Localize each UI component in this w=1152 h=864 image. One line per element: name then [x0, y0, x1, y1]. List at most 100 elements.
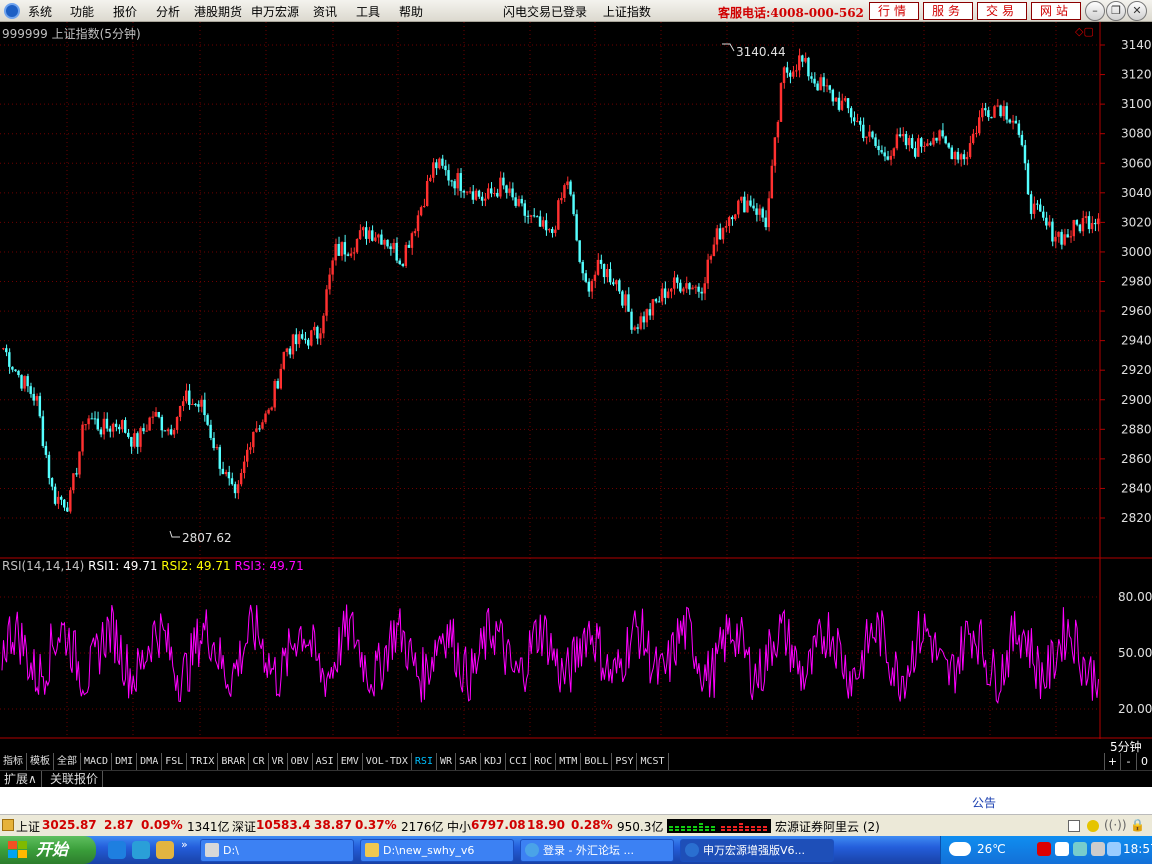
notice-panel: 公告: [0, 787, 1152, 814]
tab-dma[interactable]: DMA: [137, 753, 163, 770]
candle-body: [1042, 211, 1045, 218]
tab-emv[interactable]: EMV: [338, 753, 363, 770]
tab-cr[interactable]: CR: [249, 753, 269, 770]
minimize-icon[interactable]: –: [1085, 1, 1105, 21]
tab-trix[interactable]: TRIX: [187, 753, 219, 770]
candle-body: [697, 286, 700, 292]
tab-fsl[interactable]: FSL: [162, 753, 188, 770]
candle-body: [38, 396, 42, 417]
notice-label[interactable]: 公告: [972, 794, 996, 811]
menu-swhy[interactable]: 申万宏源: [251, 3, 299, 20]
start-button[interactable]: 开始: [0, 836, 96, 864]
tab-macd[interactable]: MACD: [81, 753, 113, 770]
expand-tab[interactable]: 扩展∧: [0, 771, 42, 787]
candle-body: [307, 339, 310, 346]
candle-body: [322, 315, 325, 334]
candle-body: [715, 228, 719, 245]
candle-body: [23, 376, 26, 389]
lock-icon[interactable]: 🔒: [1130, 818, 1145, 832]
task-folder[interactable]: D:\new_swhy_v6: [360, 839, 514, 862]
tab-kdj[interactable]: KDJ: [481, 753, 507, 770]
tray-shield-icon[interactable]: [1107, 842, 1121, 856]
clock[interactable]: 18:57: [1123, 842, 1152, 856]
candle-body: [249, 447, 252, 450]
candle-body: [209, 424, 212, 438]
menu-system[interactable]: 系统: [28, 3, 52, 20]
candle-body: [834, 97, 838, 102]
trade-button[interactable]: 交易: [977, 2, 1027, 20]
tab-vr[interactable]: VR: [269, 753, 288, 770]
tray-input-icon[interactable]: [1055, 842, 1069, 856]
tray-volume-icon[interactable]: [1091, 842, 1105, 856]
tab-obv[interactable]: OBV: [288, 753, 313, 770]
candle-body: [1014, 120, 1018, 124]
tab-模板[interactable]: 模板: [27, 753, 54, 770]
menu-quote[interactable]: 报价: [113, 3, 137, 20]
candle-body: [69, 490, 72, 512]
website-button[interactable]: 网站: [1031, 2, 1081, 20]
tab-rsi[interactable]: RSI: [412, 753, 437, 770]
smile-icon[interactable]: [1087, 820, 1099, 832]
tab-全部[interactable]: 全部: [54, 753, 81, 770]
app-logo-icon[interactable]: [4, 3, 20, 19]
candle-body: [523, 203, 526, 216]
quicklaunch-expand-icon[interactable]: »: [181, 838, 188, 851]
kline-chart[interactable]: 3140 3120 3100 3080 3060 3040 3020 3000 2980 2960…: [0, 22, 1152, 739]
ie-icon[interactable]: [108, 841, 126, 859]
candle-body: [316, 326, 319, 339]
candle-body: [804, 57, 807, 62]
candle-body: [971, 133, 975, 144]
reset-button[interactable]: 0: [1136, 753, 1152, 770]
task-drive-d[interactable]: D:\: [200, 839, 354, 862]
candle-body: [679, 282, 682, 292]
menu-analysis[interactable]: 分析: [156, 3, 180, 20]
market-button[interactable]: 行情: [869, 2, 919, 20]
candle-body: [682, 288, 685, 292]
taskbar: 开始 » D:\ D:\new_swhy_v6 登录 - 外汇论坛 ... 申万…: [0, 836, 1152, 864]
chart-settings-icon[interactable]: ◇▢: [1075, 25, 1094, 38]
browser-icon[interactable]: [132, 841, 150, 859]
candle-body: [883, 152, 886, 157]
windows-flag-icon: [8, 841, 27, 858]
service-button[interactable]: 服务: [923, 2, 973, 20]
tab-cci[interactable]: CCI: [506, 753, 532, 770]
restore-icon[interactable]: ❐: [1106, 1, 1126, 21]
task-swhy[interactable]: 申万宏源增强版V6...: [680, 839, 834, 862]
menu-tools[interactable]: 工具: [356, 3, 380, 20]
menu-news[interactable]: 资讯: [313, 3, 337, 20]
menu-hk-futures[interactable]: 港股期货: [194, 3, 242, 20]
tray-network-icon[interactable]: [1073, 842, 1087, 856]
tab-brar[interactable]: BRAR: [218, 753, 250, 770]
tray-app-icon[interactable]: [1037, 842, 1051, 856]
candle-body: [581, 261, 584, 274]
candle-body: [75, 473, 78, 475]
tab-mtm[interactable]: MTM: [556, 753, 582, 770]
tab-vol-tdx[interactable]: VOL-TDX: [363, 753, 412, 770]
tab-roc[interactable]: ROC: [531, 753, 557, 770]
explorer-icon[interactable]: [156, 841, 174, 859]
tab-wr[interactable]: WR: [437, 753, 457, 770]
server-name[interactable]: 宏源证券阿里云 (2): [775, 818, 880, 835]
weather-cloud-icon[interactable]: [949, 842, 971, 856]
tab-psy[interactable]: PSY: [612, 753, 638, 770]
tab-指标[interactable]: 指标: [0, 753, 27, 770]
menu-help[interactable]: 帮助: [399, 3, 423, 20]
tab-boll[interactable]: BOLL: [581, 753, 613, 770]
candle-body: [770, 165, 774, 199]
folder-icon: [365, 843, 379, 857]
zoom-out-button[interactable]: -: [1120, 753, 1136, 770]
menu-function[interactable]: 功能: [70, 3, 94, 20]
tab-dmi[interactable]: DMI: [112, 753, 138, 770]
tab-mcst[interactable]: MCST: [637, 753, 669, 770]
zoom-in-button[interactable]: +: [1104, 753, 1120, 770]
related-quote-tab[interactable]: 关联报价: [46, 771, 104, 787]
candle-body: [102, 418, 106, 435]
weather-temp[interactable]: 26℃: [977, 842, 1006, 856]
candle-body: [1035, 203, 1039, 205]
tab-asi[interactable]: ASI: [313, 753, 338, 770]
task-forum[interactable]: 登录 - 外汇论坛 ...: [520, 839, 674, 862]
close-icon[interactable]: ✕: [1127, 1, 1147, 21]
window-icon[interactable]: [1068, 820, 1080, 832]
candle-body: [395, 242, 398, 261]
tab-sar[interactable]: SAR: [456, 753, 482, 770]
